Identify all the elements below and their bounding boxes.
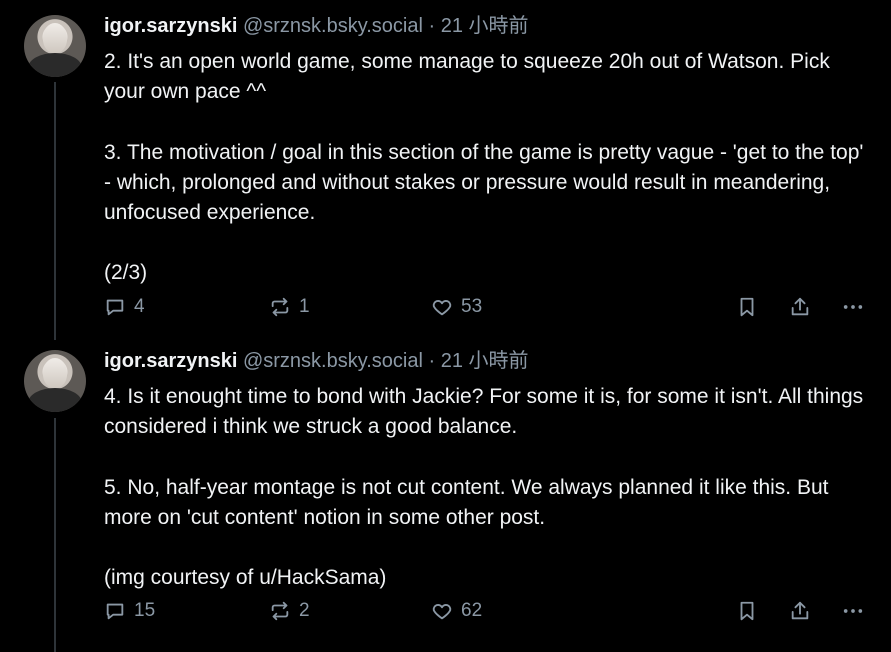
bookmark-icon — [740, 601, 754, 621]
share-icon — [791, 601, 809, 620]
post-timestamp[interactable]: 21 小時前 — [441, 15, 529, 37]
post[interactable]: igor.sarzynski @srznsk.bsky.social · 21 … — [0, 340, 891, 652]
bookmark-button[interactable] — [736, 296, 758, 318]
meta-separator: · — [428, 15, 436, 37]
author-name[interactable]: igor.sarzynski — [104, 350, 237, 372]
reply-icon — [106, 299, 124, 316]
repost-count: 1 — [299, 296, 310, 317]
heart-icon — [432, 604, 452, 620]
reply-count: 15 — [134, 600, 156, 621]
avatar[interactable] — [24, 350, 86, 412]
meta-separator: · — [428, 350, 436, 372]
post-actions: 15 2 62 — [104, 600, 874, 630]
repost-button[interactable]: 2 — [269, 600, 310, 622]
author-handle[interactable]: @srznsk.bsky.social — [243, 350, 423, 372]
author-name[interactable]: igor.sarzynski — [104, 15, 237, 37]
share-button[interactable] — [789, 296, 811, 318]
bookmark-button[interactable] — [736, 600, 758, 622]
post-text: 4. Is it enought time to bond with Jacki… — [104, 385, 864, 590]
more-options-button[interactable] — [842, 600, 864, 622]
reply-icon — [106, 603, 124, 620]
post-actions: 4 1 53 — [104, 296, 874, 326]
avatar[interactable] — [24, 15, 86, 77]
heart-icon — [432, 300, 452, 316]
like-count: 53 — [461, 296, 483, 317]
more-icon — [843, 609, 863, 613]
reply-button[interactable]: 15 — [104, 600, 155, 622]
repost-icon — [271, 601, 289, 621]
post-meta: igor.sarzynski @srznsk.bsky.social · 21 … — [104, 13, 874, 39]
post-meta: igor.sarzynski @srznsk.bsky.social · 21 … — [104, 348, 874, 374]
post[interactable]: igor.sarzynski @srznsk.bsky.social · 21 … — [0, 0, 891, 340]
like-button[interactable]: 62 — [431, 600, 482, 622]
thread-connector — [54, 82, 56, 340]
share-icon — [791, 297, 809, 316]
reply-count: 4 — [134, 296, 145, 317]
thread-view: igor.sarzynski @srznsk.bsky.social · 21 … — [0, 0, 891, 652]
reply-button[interactable]: 4 — [104, 296, 145, 318]
thread-connector — [54, 418, 56, 652]
like-count: 62 — [461, 600, 483, 621]
repost-count: 2 — [299, 600, 310, 621]
share-button[interactable] — [789, 600, 811, 622]
bookmark-icon — [740, 297, 754, 317]
author-handle[interactable]: @srznsk.bsky.social — [243, 15, 423, 37]
repost-icon — [271, 297, 289, 317]
repost-button[interactable]: 1 — [269, 296, 310, 318]
post-timestamp[interactable]: 21 小時前 — [441, 350, 529, 372]
more-icon — [843, 305, 863, 309]
more-options-button[interactable] — [842, 296, 864, 318]
post-text: 2. It's an open world game, some manage … — [104, 50, 864, 285]
like-button[interactable]: 53 — [431, 296, 482, 318]
